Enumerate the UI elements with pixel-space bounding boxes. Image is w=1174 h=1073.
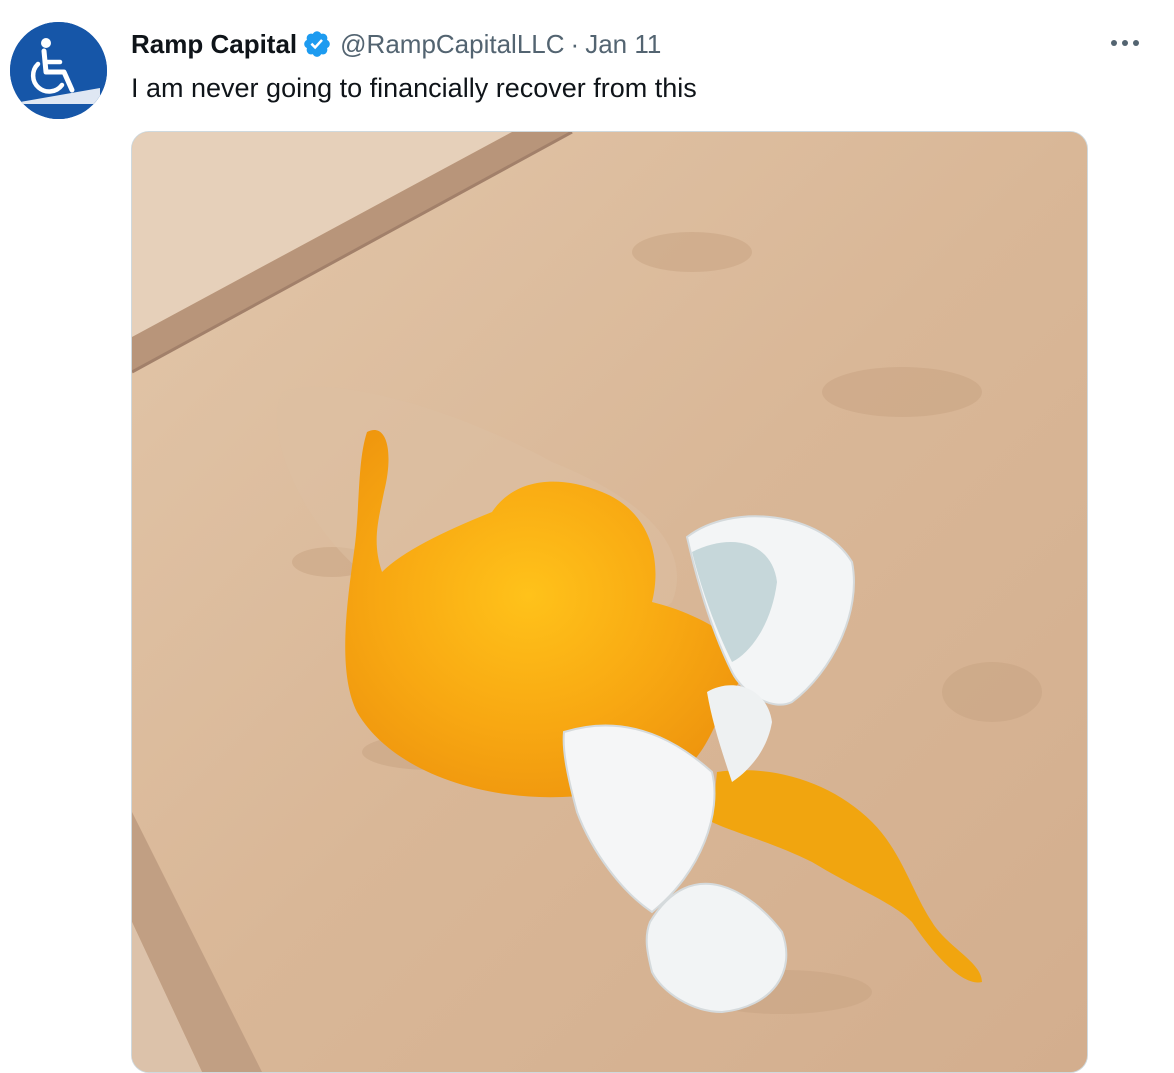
broken-egg-photo <box>132 132 1087 1072</box>
tweet-date[interactable]: Jan 11 <box>585 29 661 60</box>
tweet-header: Ramp Capital @RampCapitalLLC · Jan 11 <box>131 26 661 62</box>
tweet-text: I am never going to financially recover … <box>131 73 697 103</box>
author-name[interactable]: Ramp Capital <box>131 29 297 60</box>
verified-badge-icon <box>302 29 332 59</box>
more-options-icon[interactable] <box>1108 28 1142 58</box>
separator-dot: · <box>570 28 580 59</box>
avatar[interactable] <box>10 22 107 119</box>
tweet-photo[interactable] <box>131 131 1088 1073</box>
author-handle[interactable]: @RampCapitalLLC <box>340 29 564 60</box>
wheelchair-ramp-icon <box>10 22 107 119</box>
